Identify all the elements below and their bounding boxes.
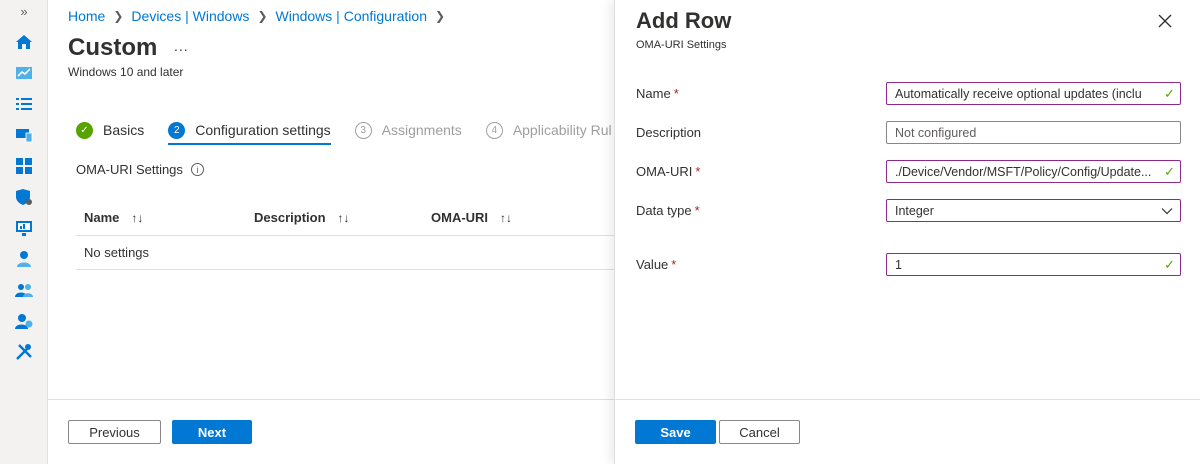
cancel-button[interactable]: Cancel bbox=[719, 420, 800, 444]
step-number: 4 bbox=[485, 121, 503, 139]
field-label-text: Value bbox=[636, 257, 669, 272]
groups-icon[interactable] bbox=[12, 278, 36, 302]
step-configuration-settings[interactable]: 2 Configuration settings bbox=[168, 117, 332, 145]
value-input[interactable]: 1 ✓ bbox=[886, 253, 1181, 276]
section-label-text: OMA-URI Settings bbox=[76, 162, 183, 177]
step-label: Configuration settings bbox=[195, 122, 331, 138]
checkmark-icon: ✓ bbox=[76, 121, 93, 139]
table-row: No settings bbox=[76, 236, 662, 270]
field-label-text: Name bbox=[636, 86, 671, 101]
checkmark-icon: ✓ bbox=[1164, 257, 1175, 272]
column-header-description[interactable]: Description ↑↓ bbox=[254, 210, 431, 225]
name-input[interactable]: Automatically receive optional updates (… bbox=[886, 82, 1181, 105]
value-input-value: 1 bbox=[895, 257, 902, 272]
oma-uri-input-value: ./Device/Vendor/MSFT/Policy/Config/Updat… bbox=[895, 164, 1152, 179]
dashboard-icon[interactable] bbox=[12, 61, 36, 85]
required-indicator: * bbox=[695, 164, 701, 179]
data-type-label: Data type * bbox=[636, 203, 700, 218]
more-options-icon[interactable]: ... bbox=[174, 38, 189, 54]
next-button[interactable]: Next bbox=[172, 420, 252, 444]
description-input[interactable]: Not configured bbox=[886, 121, 1181, 144]
empty-table-text: No settings bbox=[84, 245, 150, 260]
tenant-admin-icon[interactable] bbox=[12, 309, 36, 333]
field-label-text: Description bbox=[636, 125, 702, 140]
oma-uri-settings-label: OMA-URI Settings i bbox=[76, 162, 204, 177]
checkmark-icon: ✓ bbox=[1164, 86, 1175, 101]
chevron-down-icon bbox=[1161, 208, 1173, 215]
step-basics[interactable]: ✓ Basics bbox=[76, 117, 144, 143]
step-assignments[interactable]: 3 Assignments bbox=[354, 117, 462, 143]
data-type-dropdown[interactable]: Integer bbox=[886, 199, 1181, 222]
footer-divider bbox=[48, 399, 614, 400]
info-icon[interactable]: i bbox=[190, 163, 204, 176]
page-subtitle: Windows 10 and later bbox=[68, 65, 184, 79]
data-type-selected-value: Integer bbox=[895, 203, 934, 218]
troubleshooting-icon[interactable] bbox=[12, 340, 36, 364]
chevron-right-icon: ❯ bbox=[257, 9, 268, 23]
field-label-text: OMA-URI bbox=[636, 164, 693, 179]
devices-icon[interactable] bbox=[12, 123, 36, 147]
expand-nav-icon[interactable]: » bbox=[0, 2, 48, 22]
close-icon[interactable] bbox=[1155, 11, 1175, 31]
column-header-name[interactable]: Name ↑↓ bbox=[76, 210, 254, 225]
all-services-icon[interactable] bbox=[12, 92, 36, 116]
chevron-right-icon: ❯ bbox=[113, 9, 124, 23]
description-label: Description bbox=[636, 125, 701, 140]
name-input-value: Automatically receive optional updates (… bbox=[895, 86, 1142, 101]
breadcrumb-windows-configuration[interactable]: Windows | Configuration bbox=[276, 8, 427, 24]
sort-icon[interactable]: ↑↓ bbox=[500, 211, 512, 225]
chevron-right-icon: ❯ bbox=[434, 9, 446, 23]
panel-footer-divider bbox=[615, 399, 1200, 400]
wizard-steps: ✓ Basics 2 Configuration settings 3 Assi… bbox=[76, 117, 636, 145]
left-nav-rail: » bbox=[0, 0, 48, 464]
panel-title: Add Row bbox=[636, 8, 732, 33]
reports-icon[interactable] bbox=[12, 216, 36, 240]
column-header-label: OMA-URI bbox=[431, 210, 489, 225]
breadcrumb-home[interactable]: Home bbox=[68, 8, 105, 24]
step-label: Assignments bbox=[381, 122, 462, 138]
checkmark-icon: ✓ bbox=[1164, 164, 1175, 179]
add-row-panel: Add Row OMA-URI Settings Name * Automatic… bbox=[614, 0, 1200, 464]
apps-icon[interactable] bbox=[12, 154, 36, 178]
table-header: Name ↑↓ Description ↑↓ OMA-URI ↑↓ bbox=[76, 200, 662, 236]
column-header-label: Name bbox=[84, 210, 120, 225]
endpoint-security-icon[interactable] bbox=[12, 185, 36, 209]
description-placeholder: Not configured bbox=[895, 125, 977, 140]
required-indicator: * bbox=[671, 257, 677, 272]
settings-table: Name ↑↓ Description ↑↓ OMA-URI ↑↓ No set… bbox=[76, 200, 662, 270]
sort-icon[interactable]: ↑↓ bbox=[338, 211, 350, 225]
step-number: 2 bbox=[168, 121, 186, 139]
oma-uri-label: OMA-URI * bbox=[636, 164, 700, 179]
users-icon[interactable] bbox=[12, 247, 36, 271]
sort-icon[interactable]: ↑↓ bbox=[131, 211, 143, 225]
main-content: Home ❯ Devices | Windows ❯ Windows | Con… bbox=[48, 0, 662, 464]
breadcrumb: Home ❯ Devices | Windows ❯ Windows | Con… bbox=[68, 6, 453, 26]
required-indicator: * bbox=[694, 203, 700, 218]
step-label: Basics bbox=[103, 122, 145, 138]
step-label: Applicability Rul bbox=[512, 122, 612, 138]
step-applicability-rules[interactable]: 4 Applicability Rul bbox=[485, 117, 612, 143]
oma-uri-input[interactable]: ./Device/Vendor/MSFT/Policy/Config/Updat… bbox=[886, 160, 1181, 183]
save-button[interactable]: Save bbox=[635, 420, 716, 444]
name-label: Name * bbox=[636, 86, 679, 101]
previous-button[interactable]: Previous bbox=[68, 420, 161, 444]
breadcrumb-devices-windows[interactable]: Devices | Windows bbox=[131, 8, 249, 24]
column-header-label: Description bbox=[254, 210, 326, 225]
panel-subtitle: OMA-URI Settings bbox=[636, 39, 727, 51]
value-label: Value * bbox=[636, 257, 676, 272]
step-number: 3 bbox=[354, 121, 372, 139]
column-header-oma-uri[interactable]: OMA-URI ↑↓ bbox=[431, 210, 512, 225]
required-indicator: * bbox=[673, 86, 679, 101]
page-title: Custom bbox=[68, 34, 158, 61]
home-icon[interactable] bbox=[12, 30, 36, 54]
field-label-text: Data type bbox=[636, 203, 692, 218]
